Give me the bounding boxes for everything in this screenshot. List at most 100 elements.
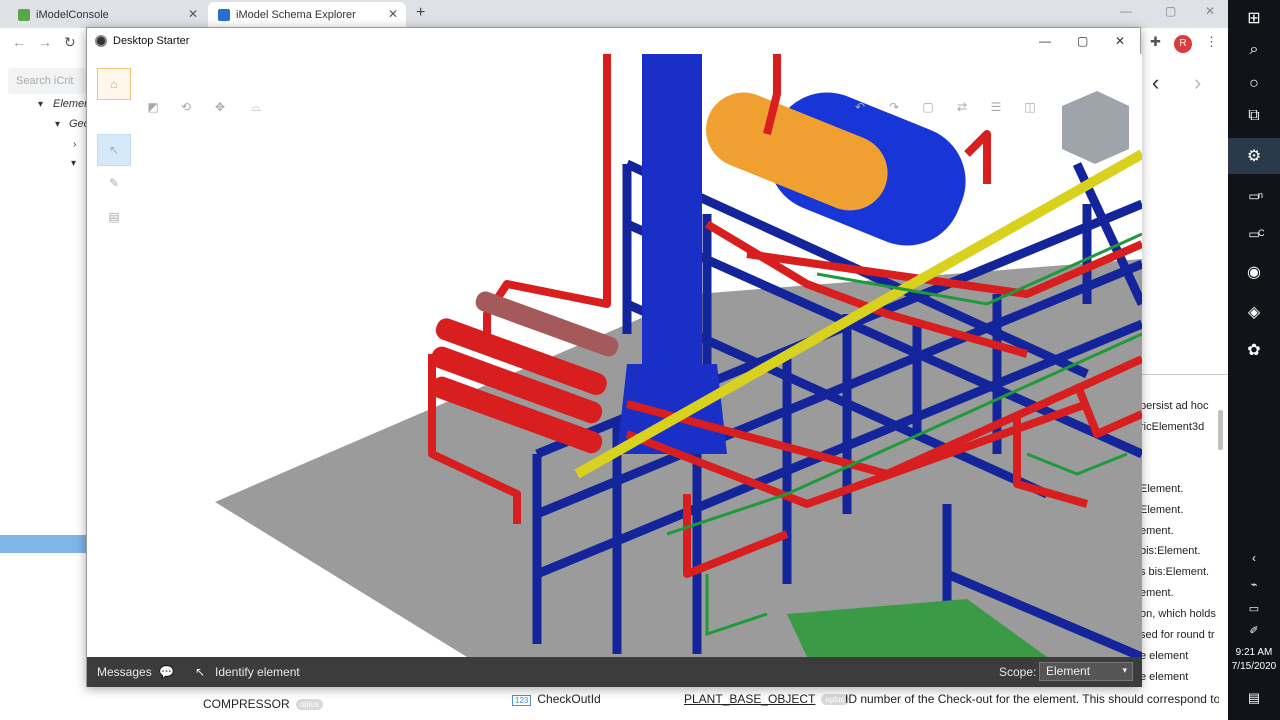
chevron-down-icon[interactable]: ▾ — [55, 119, 60, 130]
3d-viewport[interactable]: ⌂ ◩ ⟲ ✥ ⌓ ↖ ✎ ▤ ↶ ↷ ▢ ⇄ ☰ ◫ — [87, 54, 1142, 657]
description-line: sed for round tr — [1140, 629, 1215, 641]
chevron-right-icon[interactable]: › — [1194, 70, 1201, 96]
chevron-right-icon[interactable]: › — [73, 139, 76, 150]
scope-select[interactable]: Element ▾ — [1039, 662, 1133, 681]
blue-stack — [642, 54, 702, 364]
plant-base-object-link[interactable]: PLANT_BASE_OBJECT oplus — [684, 692, 849, 706]
section-tool-icon[interactable]: ▤ — [103, 206, 125, 228]
clock-date[interactable]: 7/15/2020 — [1228, 661, 1280, 672]
pan-view-icon[interactable]: ✥ — [209, 96, 231, 118]
description-line: e element — [1140, 650, 1189, 662]
windows-start-icon[interactable]: ⊞ — [1228, 0, 1280, 36]
window-area-icon[interactable]: ▢ — [917, 96, 939, 118]
clock-time[interactable]: 9:21 AM — [1228, 647, 1280, 658]
window-titlebar[interactable]: Desktop Starter — ▢ ✕ — [87, 28, 1140, 54]
chrome-icon[interactable]: ◉ — [1228, 254, 1280, 290]
selected-tree-row[interactable] — [0, 535, 86, 553]
scope-value: Element — [1046, 664, 1091, 678]
chevron-down-icon[interactable]: ▾ — [38, 99, 43, 110]
rotate-view-icon[interactable]: ⟲ — [175, 96, 197, 118]
walk-view-icon[interactable]: ⌓ — [245, 96, 267, 118]
reload-icon[interactable]: ↻ — [64, 34, 76, 51]
view-redo-icon[interactable]: ↷ — [883, 96, 905, 118]
window-title: Desktop Starter — [113, 35, 190, 47]
description-line: bis:Element. — [1140, 545, 1201, 557]
taskbar-app-label: C — [1258, 228, 1265, 238]
terminal-app-icon[interactable]: ▭ — [1228, 178, 1280, 214]
compressor-label: COMPRESSOR — [203, 697, 290, 711]
taskbar-app-label: n — [1258, 190, 1264, 200]
browser-tabstrip: iModelConsole ✕ iModel Schema Explorer ✕… — [0, 0, 1228, 28]
profile-avatar[interactable]: R — [1174, 35, 1192, 53]
tab-imodelconsole[interactable]: iModelConsole ✕ — [8, 2, 206, 28]
extensions-icon[interactable]: ✚ — [1150, 34, 1161, 50]
fit-view-icon[interactable]: ◩ — [142, 96, 164, 118]
right-background-panel — [1140, 58, 1228, 374]
minimize-browser-icon[interactable]: — — [1120, 4, 1132, 18]
maximize-browser-icon[interactable]: ▢ — [1165, 4, 1176, 18]
compressor-class[interactable]: COMPRESSOR oplus — [203, 697, 323, 711]
description-line: Element. — [1140, 504, 1184, 516]
messages-label[interactable]: Messages — [97, 665, 152, 679]
description-line: persist ad hoc — [1140, 400, 1209, 412]
app-logo-icon — [95, 35, 107, 47]
navigation-cube[interactable] — [1062, 91, 1129, 164]
editor-app-icon[interactable]: ◈ — [1228, 294, 1280, 330]
pointer-icon: ↖ — [195, 665, 206, 679]
maximize-icon[interactable]: ▢ — [1077, 34, 1088, 48]
property-name: CheckOutId — [537, 692, 601, 706]
chevron-down-icon: ▾ — [1122, 665, 1127, 675]
schema-explorer-favicon-icon — [218, 9, 230, 21]
imodel-app-icon[interactable]: ⚙ — [1228, 138, 1280, 174]
forward-arrow-icon[interactable]: → — [38, 34, 52, 50]
minimize-icon[interactable]: — — [1039, 34, 1051, 48]
description-line: e element — [1140, 671, 1189, 683]
scrollbar-thumb[interactable] — [1218, 410, 1223, 450]
cortana-icon[interactable]: ○ — [1228, 66, 1280, 102]
desktop-starter-window: Desktop Starter — ▢ ✕ ⌂ ◩ ⟲ ✥ ⌓ ↖ ✎ ▤ ↶ … — [86, 27, 1142, 687]
tab-imodel-schema-explorer[interactable]: iModel Schema Explorer ✕ — [208, 2, 406, 28]
chevron-down-icon[interactable]: ▾ — [71, 158, 76, 169]
tool-prompt: Identify element — [215, 665, 300, 679]
close-tab-icon[interactable]: ✕ — [388, 7, 398, 21]
console-app-icon[interactable]: ▭ — [1228, 216, 1280, 252]
view-flip-icon[interactable]: ⇄ — [951, 96, 973, 118]
status-bar: Messages 💬 ↖ Identify element Scope: Ele… — [87, 657, 1142, 687]
scope-label: Scope: — [999, 665, 1037, 679]
description-line: Element. — [1140, 483, 1184, 495]
messages-icon[interactable]: 💬 — [159, 665, 174, 679]
property-description: ID number of the Check-out for the eleme… — [845, 692, 1219, 706]
task-view-icon[interactable]: ⧉ — [1228, 98, 1280, 134]
notification-icon[interactable]: ▤ — [1228, 680, 1280, 716]
description-line: s bis:Element. — [1140, 566, 1210, 578]
search-icon[interactable]: ⌕ — [1228, 32, 1280, 68]
view-settings-icon[interactable]: ☰ — [985, 96, 1007, 118]
search-input[interactable]: Search iCrit — [8, 68, 86, 94]
measure-tool-icon[interactable]: ✎ — [103, 172, 125, 194]
integer-type-icon: 123 — [512, 695, 532, 706]
home-view-icon[interactable]: ⌂ — [97, 68, 131, 100]
imodelconsole-favicon-icon — [18, 9, 30, 21]
select-tool-icon[interactable]: ↖ — [97, 134, 131, 166]
plant-model-render[interactable] — [87, 54, 1142, 657]
checkout-property[interactable]: 123 CheckOutId — [512, 692, 601, 706]
description-line: on, which holds — [1140, 608, 1216, 620]
description-line: ement. — [1140, 587, 1174, 599]
close-browser-icon[interactable]: ✕ — [1205, 4, 1215, 18]
new-tab-button[interactable]: + — [416, 4, 425, 22]
description-line: ricElement3d — [1140, 421, 1205, 433]
tab-label: iModelConsole — [36, 9, 109, 21]
menu-dots-icon[interactable]: ⋮ — [1205, 34, 1218, 50]
tab-label: iModel Schema Explorer — [236, 9, 356, 21]
view-undo-icon[interactable]: ↶ — [849, 96, 871, 118]
view-layers-icon[interactable]: ◫ — [1019, 96, 1041, 118]
compressor-pill: oplus — [295, 699, 323, 711]
back-arrow-icon[interactable]: ← — [12, 34, 26, 50]
chevron-left-icon[interactable]: ‹ — [1152, 70, 1159, 96]
description-line: ement. — [1140, 525, 1174, 537]
paint-app-icon[interactable]: ✿ — [1228, 332, 1280, 368]
close-tab-icon[interactable]: ✕ — [188, 7, 198, 21]
close-icon[interactable]: ✕ — [1115, 34, 1125, 48]
plant-base-label: PLANT_BASE_OBJECT — [684, 692, 816, 706]
pen-icon[interactable]: ✐ — [1228, 612, 1280, 648]
